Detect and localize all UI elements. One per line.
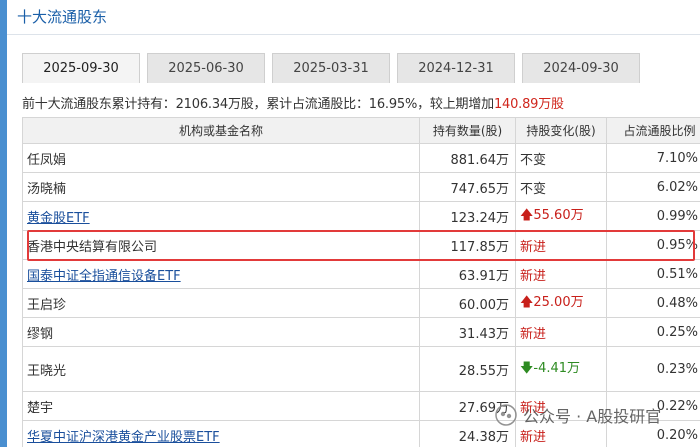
table-row: 任凤娟 881.64万 不变 7.10% xyxy=(22,143,700,173)
table-row: 香港中央结算有限公司 117.85万 新进 0.95% xyxy=(22,230,700,260)
holder-name: 楚宇 xyxy=(22,391,420,421)
holder-change-cell: 🡅25.00万 xyxy=(515,288,607,318)
tab-2025-03-31[interactable]: 2025-03-31 xyxy=(272,53,390,83)
tab-2024-09-30[interactable]: 2024-09-30 xyxy=(522,53,640,83)
table-row: 王启珍 60.00万 🡅25.00万 0.48% xyxy=(22,288,700,318)
col-header-change: 持股变化(股) xyxy=(515,117,607,144)
holder-shares: 28.55万 xyxy=(419,346,516,392)
holder-ratio: 7.10% xyxy=(606,143,700,173)
holder-change-cell: 🡇-4.41万 xyxy=(515,346,607,392)
holder-name: 任凤娟 xyxy=(22,143,420,173)
holder-change: 新进 xyxy=(515,259,607,289)
holder-shares: 63.91万 xyxy=(419,259,516,289)
table-row: 汤晓楠 747.65万 不变 6.02% xyxy=(22,172,700,202)
tab-2025-09-30[interactable]: 2025-09-30 xyxy=(22,53,140,83)
holder-shares: 747.65万 xyxy=(419,172,516,202)
holder-name: 王晓光 xyxy=(22,346,420,392)
wechat-icon xyxy=(495,404,517,426)
holder-change: 新进 xyxy=(515,230,607,260)
holder-shares: 881.64万 xyxy=(419,143,516,173)
table-header-row: 机构或基金名称 持有数量(股) 持股变化(股) 占流通股比例 xyxy=(22,117,700,144)
shareholders-panel: 十大流通股东 2025-09-30 2025-06-30 2025-03-31 … xyxy=(7,0,700,447)
holder-ratio: 0.51% xyxy=(606,259,700,289)
holder-name: 汤晓楠 xyxy=(22,172,420,202)
holder-change: 55.60万 xyxy=(533,208,584,223)
holder-change-cell: 🡅55.60万 xyxy=(515,201,607,231)
arrow-down-icon: 🡇 xyxy=(520,361,534,376)
holder-ratio: 0.23% xyxy=(606,346,700,392)
holder-name-cell: 黄金股ETF xyxy=(22,201,420,231)
holder-change: 不变 xyxy=(515,143,607,173)
period-tabs: 2025-09-30 2025-06-30 2025-03-31 2024-12… xyxy=(22,53,647,83)
holder-shares: 31.43万 xyxy=(419,317,516,347)
holder-name-link[interactable]: 华夏中证沪深港黄金产业股票ETF xyxy=(27,430,220,445)
holder-name: 王启珍 xyxy=(22,288,420,318)
arrow-up-icon: 🡅 xyxy=(520,208,534,223)
holder-shares: 123.24万 xyxy=(419,201,516,231)
watermark-text: 公众号 · A股投研官 xyxy=(523,407,662,426)
holder-shares: 60.00万 xyxy=(419,288,516,318)
holder-ratio: 0.25% xyxy=(606,317,700,347)
col-header-ratio: 占流通股比例 xyxy=(606,117,700,144)
table-row: 王晓光 28.55万 🡇-4.41万 0.23% xyxy=(22,346,700,392)
holder-ratio: 6.02% xyxy=(606,172,700,202)
shareholders-table: 机构或基金名称 持有数量(股) 持股变化(股) 占流通股比例 任凤娟 881.6… xyxy=(22,117,700,447)
holder-name: 缪钢 xyxy=(22,317,420,347)
holder-name-link[interactable]: 黄金股ETF xyxy=(27,211,90,226)
holder-ratio: 0.99% xyxy=(606,201,700,231)
table-row: 缪钢 31.43万 新进 0.25% xyxy=(22,317,700,347)
arrow-up-icon: 🡅 xyxy=(520,295,534,310)
holder-change: 不变 xyxy=(515,172,607,202)
holder-name-cell: 国泰中证全指通信设备ETF xyxy=(22,259,420,289)
table-row: 黄金股ETF 123.24万 🡅55.60万 0.99% xyxy=(22,201,700,231)
table-row: 国泰中证全指通信设备ETF 63.91万 新进 0.51% xyxy=(22,259,700,289)
holder-ratio: 0.95% xyxy=(606,230,700,260)
title-divider xyxy=(7,34,700,35)
holder-change: 新进 xyxy=(515,317,607,347)
holder-name-cell: 华夏中证沪深港黄金产业股票ETF xyxy=(22,420,420,447)
holdings-summary: 前十大流通股东累计持有：2106.34万股，累计占流通股比：16.95%，较上期… xyxy=(22,89,700,115)
holder-change: 25.00万 xyxy=(533,295,584,310)
col-header-name: 机构或基金名称 xyxy=(22,117,420,144)
holder-name: 香港中央结算有限公司 xyxy=(22,230,420,260)
holder-name-link[interactable]: 国泰中证全指通信设备ETF xyxy=(27,269,181,284)
tab-2024-12-31[interactable]: 2024-12-31 xyxy=(397,53,515,83)
summary-text: 前十大流通股东累计持有：2106.34万股，累计占流通股比：16.95%，较上期… xyxy=(22,96,494,112)
tab-2025-06-30[interactable]: 2025-06-30 xyxy=(147,53,265,83)
holder-ratio: 0.48% xyxy=(606,288,700,318)
holder-change: -4.41万 xyxy=(533,361,581,376)
watermark: 公众号 · A股投研官 xyxy=(495,403,661,427)
summary-increase: 140.89万股 xyxy=(493,96,564,112)
section-title: 十大流通股东 xyxy=(17,8,108,26)
col-header-shares: 持有数量(股) xyxy=(419,117,516,144)
holder-shares: 117.85万 xyxy=(419,230,516,260)
